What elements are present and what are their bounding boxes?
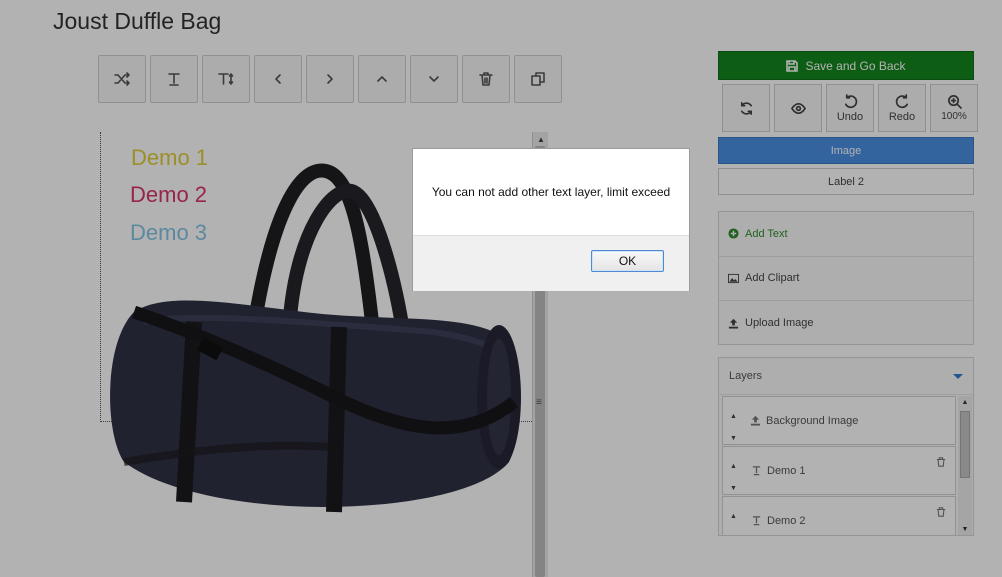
alert-message: You can not add other text layer, limit …: [431, 185, 671, 199]
alert-footer: OK: [413, 235, 689, 291]
ok-button[interactable]: OK: [591, 250, 664, 272]
alert-dialog: You can not add other text layer, limit …: [412, 148, 690, 291]
